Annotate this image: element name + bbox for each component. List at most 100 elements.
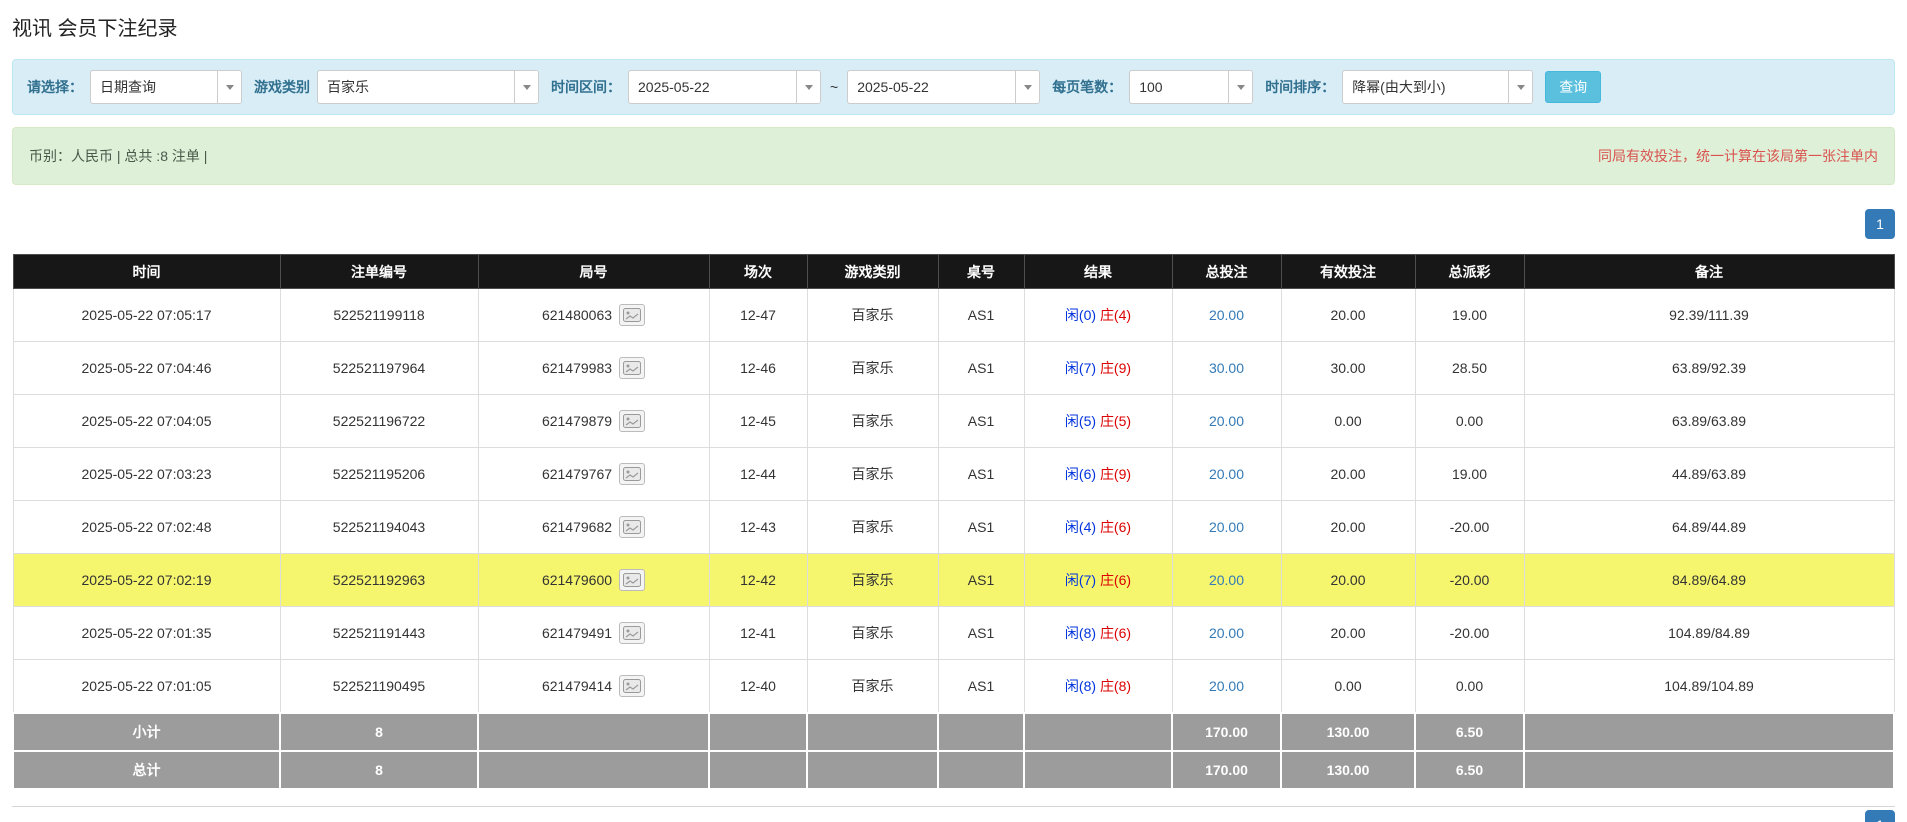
- round-cell: 621480063: [477, 288, 710, 342]
- pagination-bottom: 1: [12, 809, 1895, 822]
- total-bet-link[interactable]: 20.00: [1209, 466, 1244, 482]
- banker-result: 庄(6): [1099, 519, 1132, 535]
- game-type-cell: 百家乐: [806, 341, 939, 395]
- roadmap-icon-button[interactable]: [619, 674, 646, 697]
- page-title: 视讯 会员下注纪录: [12, 18, 178, 40]
- game-type-label: 游戏类别: [254, 79, 310, 95]
- query-type-select[interactable]: [90, 70, 242, 104]
- bet-id-cell: 522521199118: [279, 288, 479, 342]
- valid-bet-cell: 20.00: [1280, 288, 1416, 342]
- valid-bet-cell: 30.00: [1280, 341, 1416, 395]
- round-wrap: 621479983: [542, 357, 646, 379]
- table-row: 2025-05-22 07:02:19 522521192963 621479600…: [12, 553, 1895, 607]
- roadmap-icon-button[interactable]: [619, 410, 646, 432]
- sort-dropdown-toggle[interactable]: [1508, 71, 1533, 103]
- summary-count-cell: 8: [279, 711, 479, 752]
- records-table-foot: 小计 8 170.00 130.00 6.50 总计 8 170.00 130.00 6.50: [12, 711, 1895, 790]
- query-type-dropdown-toggle[interactable]: [217, 71, 241, 103]
- query-type-group: 请选择：: [27, 70, 242, 104]
- summary-empty-cell: [937, 749, 1025, 790]
- column-header: 有效投注: [1280, 254, 1416, 289]
- time-cell: 2025-05-22 07:01:35: [12, 606, 281, 660]
- column-header: 局号: [477, 254, 710, 289]
- summary-empty-cell: [1023, 711, 1173, 752]
- filter-bar: 请选择： 游戏类别 时间区间： ~: [12, 59, 1895, 115]
- summary-count-cell: 8: [279, 749, 479, 790]
- result-cell: 闲(6) 庄(9): [1023, 447, 1173, 501]
- roadmap-icon: [623, 626, 642, 640]
- total-bet-link[interactable]: 20.00: [1209, 678, 1244, 694]
- time-cell: 2025-05-22 07:04:46: [12, 341, 281, 395]
- date-from-input[interactable]: [629, 71, 796, 103]
- remark-cell: 63.89/63.89: [1523, 394, 1895, 448]
- page-size-input[interactable]: [1130, 71, 1229, 103]
- valid-bet-cell: 20.00: [1280, 447, 1416, 501]
- roadmap-icon-button[interactable]: [619, 516, 646, 538]
- column-header: 桌号: [937, 254, 1025, 289]
- round-cell: 621479491: [477, 606, 710, 660]
- query-type-label: 请选择：: [27, 79, 83, 95]
- total-bet-cell: 20.00: [1171, 659, 1282, 713]
- game-type-input[interactable]: [318, 71, 514, 103]
- round-cell: 621479600: [477, 553, 710, 607]
- total-bet-link[interactable]: 20.00: [1209, 572, 1244, 588]
- chevron-down-icon: [1516, 84, 1525, 90]
- roadmap-icon-button[interactable]: [619, 569, 646, 591]
- roadmap-icon-button[interactable]: [619, 463, 646, 485]
- date-to-dropdown-toggle[interactable]: [1015, 71, 1040, 103]
- payout-cell: 0.00: [1414, 659, 1525, 713]
- total-bet-link[interactable]: 20.00: [1209, 307, 1244, 323]
- round-wrap: 621479767: [542, 463, 646, 485]
- sort-group: 时间排序：: [1265, 70, 1534, 104]
- column-header: 总派彩: [1414, 254, 1525, 289]
- chevron-down-icon: [225, 84, 234, 90]
- summary-row: 总计 8 170.00 130.00 6.50: [12, 749, 1895, 790]
- total-bet-link[interactable]: 20.00: [1209, 519, 1244, 535]
- date-to-input[interactable]: [848, 71, 1016, 103]
- result-cell: 闲(7) 庄(9): [1023, 341, 1173, 395]
- total-bet-link[interactable]: 30.00: [1209, 360, 1244, 376]
- remark-cell: 104.89/84.89: [1523, 606, 1895, 660]
- round-wrap: 621479879: [542, 410, 646, 432]
- time-cell: 2025-05-22 07:02:48: [12, 500, 281, 554]
- roadmap-icon-button[interactable]: [619, 622, 646, 644]
- bet-id-cell: 522521197964: [279, 341, 479, 395]
- date-range-separator: ~: [830, 79, 839, 95]
- bet-id-cell: 522521192963: [279, 553, 479, 607]
- roadmap-icon-button[interactable]: [619, 304, 646, 326]
- table-no-cell: AS1: [937, 447, 1025, 501]
- date-from-dropdown-toggle[interactable]: [796, 71, 820, 103]
- page-size-dropdown-toggle[interactable]: [1228, 71, 1253, 103]
- sort-input[interactable]: [1343, 71, 1509, 103]
- valid-bet-cell: 20.00: [1280, 553, 1416, 607]
- game-type-select[interactable]: [317, 70, 539, 104]
- query-type-input[interactable]: [91, 71, 217, 103]
- payout-cell: 0.00: [1414, 394, 1525, 448]
- game-type-cell: 百家乐: [806, 447, 939, 501]
- table-row: 2025-05-22 07:05:17 522521199118 621480063…: [12, 288, 1895, 342]
- total-bet-link[interactable]: 20.00: [1209, 625, 1244, 641]
- roadmap-icon: [623, 361, 642, 375]
- page-button-1-bottom[interactable]: 1: [1865, 809, 1895, 822]
- payout-cell: -20.00: [1414, 500, 1525, 554]
- round-cell: 621479682: [477, 500, 710, 554]
- game-type-dropdown-toggle[interactable]: [514, 71, 538, 103]
- banker-result: 庄(9): [1099, 360, 1132, 376]
- session-cell: 12-47: [708, 288, 808, 342]
- search-button[interactable]: 查询: [1545, 71, 1602, 103]
- total-bet-link[interactable]: 20.00: [1209, 413, 1244, 429]
- page-button-1[interactable]: 1: [1865, 209, 1895, 239]
- table-row: 2025-05-22 07:04:05 522521196722 621479879…: [12, 394, 1895, 448]
- table-header-row: 时间 注单编号 局号 场次 游戏类别 桌号 结果 总投注 有效投注 总派彩 备注: [12, 254, 1895, 289]
- roadmap-icon-button[interactable]: [619, 357, 646, 379]
- date-from-select[interactable]: [628, 70, 821, 104]
- sort-select[interactable]: [1342, 70, 1534, 104]
- total-bet-cell: 20.00: [1171, 553, 1282, 607]
- player-result: 闲(7): [1064, 360, 1097, 376]
- date-to-select[interactable]: [847, 70, 1041, 104]
- player-result: 闲(5): [1064, 413, 1097, 429]
- player-result: 闲(4): [1064, 519, 1097, 535]
- pagination-top: 1: [12, 209, 1895, 239]
- total-bet-cell: 20.00: [1171, 394, 1282, 448]
- page-size-select[interactable]: [1129, 70, 1254, 104]
